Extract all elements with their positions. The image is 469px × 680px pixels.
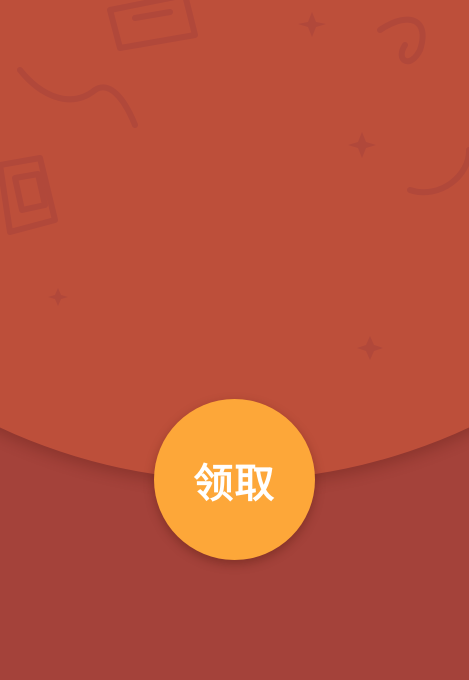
open-envelope-button[interactable]: 领取 xyxy=(154,399,315,560)
open-button-label: 领取 xyxy=(193,460,276,507)
red-envelope: 领取 xyxy=(0,0,469,680)
